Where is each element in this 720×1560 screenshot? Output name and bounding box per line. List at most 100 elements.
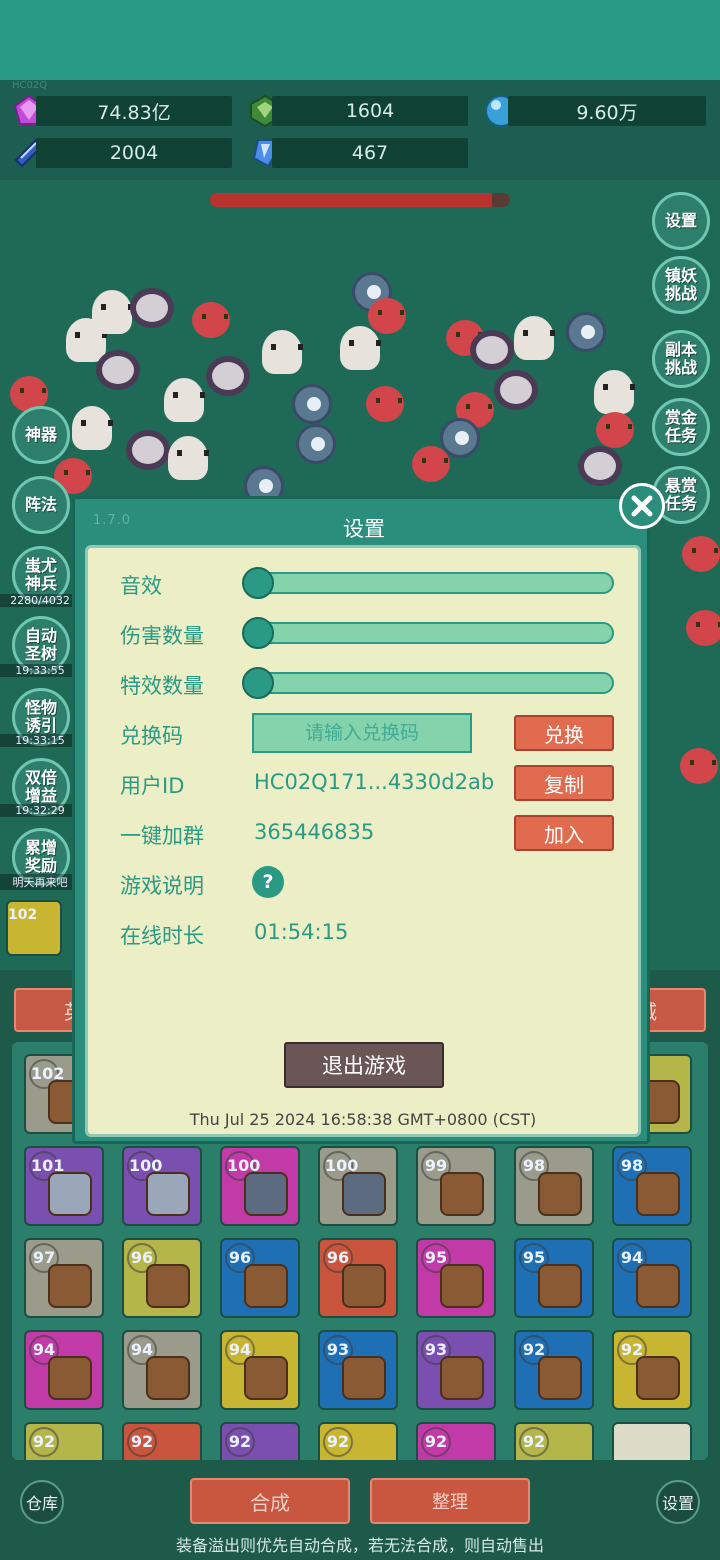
equipment-slot[interactable]: 100 bbox=[318, 1146, 398, 1226]
tunic-item-icon bbox=[538, 1172, 582, 1216]
dialog-title: 设置 bbox=[343, 517, 385, 541]
game-guide-label: 游戏说明 bbox=[120, 874, 204, 898]
warehouse-button[interactable]: 仓库 bbox=[20, 1480, 64, 1524]
leg-armor-item-icon bbox=[538, 1264, 582, 1308]
damage-count-label: 伤害数量 bbox=[120, 624, 204, 648]
artifact-button[interactable]: 神器 bbox=[12, 406, 70, 464]
equipment-slot[interactable]: 94 bbox=[220, 1330, 300, 1410]
tunic-item-icon bbox=[48, 1356, 92, 1400]
sword-item-icon bbox=[538, 1356, 582, 1400]
sound-slider[interactable] bbox=[242, 567, 614, 599]
equipment-slot[interactable]: 94 bbox=[612, 1238, 692, 1318]
dungeon-challenge-button[interactable]: 副本挑战 bbox=[652, 330, 710, 388]
hc-tag: HC02Q bbox=[12, 80, 48, 91]
equipment-slot[interactable]: 98 bbox=[612, 1146, 692, 1226]
item-level: 92 bbox=[29, 1427, 59, 1457]
shield-item-icon bbox=[244, 1172, 288, 1216]
ghost-monster bbox=[72, 406, 113, 450]
devil-monster bbox=[366, 386, 404, 422]
online-time-label: 在线时长 bbox=[120, 924, 204, 948]
equipment-slot[interactable]: 94 bbox=[122, 1330, 202, 1410]
book-count: 2004 bbox=[36, 138, 232, 168]
gold-bounty-button[interactable]: 赏金任务 bbox=[652, 398, 710, 456]
ghost-monster bbox=[340, 326, 381, 370]
equipment-slot[interactable]: 100 bbox=[220, 1146, 300, 1226]
redeem-code-input[interactable] bbox=[252, 713, 472, 753]
equipment-slot[interactable]: 95 bbox=[416, 1238, 496, 1318]
equipment-slot[interactable]: 95 bbox=[514, 1238, 594, 1318]
join-button[interactable]: 加入 bbox=[514, 815, 614, 851]
online-time-value: 01:54:15 bbox=[254, 920, 349, 944]
devil-monster bbox=[686, 610, 720, 646]
equipment-slot[interactable]: 92 bbox=[24, 1422, 104, 1460]
item-level: 92 bbox=[225, 1427, 255, 1457]
boss-hp-fill bbox=[210, 193, 492, 207]
leg-armor-item-icon bbox=[636, 1172, 680, 1216]
equipment-slot[interactable]: 98 bbox=[514, 1146, 594, 1226]
equipment-slot[interactable]: 96 bbox=[318, 1238, 398, 1318]
ghost-monster bbox=[164, 378, 205, 422]
sword-item-icon bbox=[636, 1264, 680, 1308]
equipment-slot[interactable]: 96 bbox=[122, 1238, 202, 1318]
help-icon[interactable]: ? bbox=[252, 866, 284, 898]
equipment-slot[interactable]: 92 bbox=[612, 1330, 692, 1410]
equipment-slot[interactable]: 99 bbox=[416, 1146, 496, 1226]
ghost-monster bbox=[168, 436, 209, 480]
equipment-slot[interactable]: 94 bbox=[24, 1330, 104, 1410]
bat-monster bbox=[470, 330, 514, 370]
equipment-slot[interactable]: 100 bbox=[122, 1146, 202, 1226]
copy-button[interactable]: 复制 bbox=[514, 765, 614, 801]
equipment-slot[interactable]: 96 bbox=[220, 1238, 300, 1318]
redeem-button[interactable]: 兑换 bbox=[514, 715, 614, 751]
equipment-slot[interactable]: 92 bbox=[122, 1422, 202, 1460]
equipment-slot[interactable]: 97 bbox=[24, 1238, 104, 1318]
bottom-settings-button[interactable]: 设置 bbox=[656, 1480, 700, 1524]
effect-count-slider[interactable] bbox=[242, 667, 614, 699]
equipped-level: 102 bbox=[8, 907, 38, 923]
equipment-slot[interactable]: 92 bbox=[220, 1422, 300, 1460]
equipment-slot[interactable]: 92 bbox=[514, 1330, 594, 1410]
equipment-slot[interactable]: 92 bbox=[514, 1422, 594, 1460]
equipment-slot[interactable]: 101 bbox=[24, 1146, 104, 1226]
monster-lure-timer: 19:33:15 bbox=[0, 734, 80, 747]
user-id-value: HC02Q171...4330d2ab bbox=[254, 770, 495, 794]
damage-slider-knob[interactable] bbox=[242, 617, 274, 649]
sound-slider-knob[interactable] bbox=[242, 567, 274, 599]
empty-slot[interactable] bbox=[612, 1422, 692, 1460]
merge-button[interactable]: 合成 bbox=[190, 1478, 350, 1524]
eye-monster bbox=[296, 424, 336, 464]
eye-monster bbox=[440, 418, 480, 458]
devil-monster bbox=[192, 302, 230, 338]
devil-monster bbox=[680, 748, 718, 784]
leg-armor-item-icon bbox=[146, 1356, 190, 1400]
accumulated-reward-status: 明天再来吧 bbox=[0, 874, 80, 890]
user-id-label: 用户ID bbox=[120, 774, 185, 798]
group-number: 365446835 bbox=[254, 820, 375, 844]
boots-item-icon bbox=[244, 1356, 288, 1400]
equipment-slot[interactable]: 93 bbox=[416, 1330, 496, 1410]
eye-monster bbox=[292, 384, 332, 424]
close-button[interactable] bbox=[619, 483, 665, 529]
organize-button[interactable]: 整理 bbox=[370, 1478, 530, 1524]
ghost-monster bbox=[92, 290, 133, 334]
demon-challenge-button[interactable]: 镇妖挑战 bbox=[652, 256, 710, 314]
exit-game-button[interactable]: 退出游戏 bbox=[284, 1042, 444, 1088]
devil-monster bbox=[682, 536, 720, 572]
devil-monster bbox=[368, 298, 406, 334]
boss-hp-bar bbox=[210, 193, 510, 207]
join-group-label: 一键加群 bbox=[120, 824, 204, 848]
bat-monster bbox=[130, 288, 174, 328]
equipment-slot[interactable]: 92 bbox=[416, 1422, 496, 1460]
equipped-weapon-slot[interactable]: 102 bbox=[6, 900, 62, 956]
ghost-monster bbox=[262, 330, 303, 374]
equipment-slot[interactable]: 93 bbox=[318, 1330, 398, 1410]
effect-slider-knob[interactable] bbox=[242, 667, 274, 699]
settings-side-button[interactable]: 设置 bbox=[652, 192, 710, 250]
shield-item-icon bbox=[342, 1172, 386, 1216]
damage-count-slider[interactable] bbox=[242, 617, 614, 649]
equipment-slot[interactable]: 92 bbox=[318, 1422, 398, 1460]
orb-count: 9.60万 bbox=[508, 96, 706, 126]
settings-panel: 音效 伤害数量 特效数量 兑换码 兑换 用户ID HC02Q171...4330… bbox=[85, 545, 641, 1137]
boots-item-icon bbox=[48, 1264, 92, 1308]
formation-button[interactable]: 阵法 bbox=[12, 476, 70, 534]
